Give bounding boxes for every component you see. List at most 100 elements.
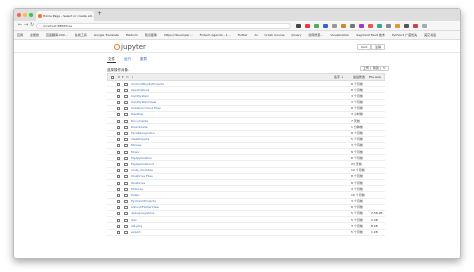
bookmark-item[interactable]: 如何修复… — [308, 33, 323, 37]
row-checkbox[interactable] — [117, 187, 120, 191]
tab-clusters[interactable]: 集群 — [139, 57, 148, 63]
file-name[interactable]: Downloads — [131, 125, 147, 129]
row-checkbox[interactable] — [117, 231, 120, 234]
bookmark-item[interactable]: Crash Course — [264, 33, 284, 37]
row-checkbox[interactable] — [117, 150, 120, 154]
row-checkbox[interactable] — [117, 200, 120, 204]
avatar[interactable] — [422, 24, 427, 28]
file-name[interactable]: FaceRecogniton — [131, 131, 155, 135]
forward-icon[interactable]: → — [24, 22, 28, 28]
extension-icon[interactable] — [377, 24, 382, 28]
file-name[interactable]: jdk-pkg — [131, 224, 142, 228]
bookmark-item[interactable]: jQuery — [291, 33, 301, 37]
bookmark-item[interactable]: 知识星球 — [145, 33, 157, 37]
extension-icon[interactable] — [323, 24, 328, 28]
modified-sort-button[interactable]: 最后修改 — [353, 75, 365, 79]
row-checkbox[interactable] — [117, 218, 120, 222]
bookmark-item[interactable]: Python3 广度优先 — [392, 33, 417, 37]
bookmark-item[interactable]: AI — [255, 33, 258, 37]
extension-icon[interactable] — [305, 24, 310, 28]
bookmark-item[interactable]: Medium — [126, 33, 138, 37]
extension-icon[interactable] — [296, 24, 301, 28]
file-name[interactable]: debug.keystore — [131, 211, 154, 215]
file-name[interactable]: Public — [131, 193, 140, 197]
file-name[interactable]: MyApplication — [131, 156, 152, 160]
file-name[interactable]: Pictures — [131, 187, 143, 191]
file-name[interactable]: export — [131, 230, 141, 234]
file-name[interactable]: node_modules — [131, 168, 153, 172]
extension-icon[interactable] — [350, 24, 355, 28]
extension-icon[interactable] — [359, 24, 364, 28]
row-checkbox[interactable] — [117, 169, 120, 173]
row-checkbox[interactable] — [117, 138, 120, 142]
list-item[interactable]: export 5 个月前 1 kB — [107, 230, 385, 236]
row-checkbox[interactable] — [117, 156, 120, 160]
bookmark-item[interactable]: 在线工具 — [75, 33, 87, 37]
row-checkbox[interactable] — [117, 175, 120, 179]
logout-button[interactable]: 注销 — [371, 44, 386, 50]
bookmark-item[interactable]: Flutter — [238, 33, 248, 37]
bookmark-item[interactable]: 全能搜 — [30, 33, 39, 37]
file-name[interactable]: CardSystem — [131, 94, 149, 98]
file-name[interactable]: Music — [131, 150, 140, 154]
breadcrumb[interactable]: / — [132, 75, 133, 79]
file-name[interactable]: AndroidStudioProjects — [131, 82, 164, 86]
row-checkbox[interactable] — [117, 181, 120, 185]
file-name[interactable]: CardSystemView — [131, 100, 156, 104]
size-sort-button[interactable]: File size — [369, 75, 381, 79]
jupyter-logo[interactable]: jupyter — [114, 43, 146, 51]
row-checkbox[interactable] — [117, 144, 120, 148]
reload-icon[interactable]: ↻ — [30, 22, 34, 28]
extension-icon[interactable] — [332, 24, 337, 28]
row-checkbox[interactable] — [117, 125, 120, 129]
bookmark-item[interactable]: Segment Fault 技术 — [356, 33, 385, 37]
refresh-icon[interactable]: ↻ — [380, 66, 389, 71]
back-icon[interactable]: ← — [18, 22, 22, 28]
bookmark-item[interactable]: Fintech Agenda - 1… — [200, 33, 231, 37]
file-name[interactable]: ipsc — [131, 218, 137, 222]
row-checkbox[interactable] — [117, 193, 120, 197]
bookmark-item[interactable]: Visualization — [330, 33, 349, 37]
file-name[interactable]: Documents — [131, 119, 148, 123]
chevron-down-icon[interactable]: ▾ — [122, 75, 124, 79]
address-bar[interactable]: localhost:8888/tree — [36, 23, 291, 29]
row-checkbox[interactable] — [117, 212, 120, 216]
row-checkbox[interactable] — [117, 162, 120, 166]
extension-icon[interactable] — [314, 24, 319, 28]
quit-button[interactable]: Quit — [357, 44, 372, 50]
file-name[interactable]: Applications — [131, 88, 149, 92]
extension-icon[interactable] — [404, 24, 409, 28]
row-checkbox[interactable] — [117, 94, 120, 98]
file-name[interactable]: PycharmProjects — [131, 199, 156, 203]
close-window-icon[interactable] — [17, 13, 21, 17]
extension-icon[interactable] — [386, 24, 391, 28]
zoom-window-icon[interactable] — [29, 13, 33, 17]
browser-tab[interactable]: Home Page - Select or create a … ✕ — [36, 11, 94, 21]
tab-close-icon[interactable]: ✕ — [89, 11, 92, 21]
row-checkbox[interactable] — [117, 101, 120, 105]
tab-files[interactable]: 文件 — [107, 57, 116, 63]
extension-icon[interactable] — [395, 24, 400, 28]
bookmark-item[interactable]: 其它书签 — [424, 33, 436, 37]
bookmark-item[interactable]: 应用 — [17, 33, 23, 37]
file-name[interactable]: Creative Cloud Files — [131, 106, 161, 110]
file-name[interactable]: IdeaProjects — [131, 137, 149, 141]
file-name[interactable]: OneDrive — [131, 181, 145, 185]
row-checkbox[interactable] — [117, 82, 120, 86]
bookmark-item[interactable]: https://developer… — [164, 33, 193, 37]
file-name[interactable]: sohuxhFlutterView — [131, 205, 159, 209]
file-name[interactable]: OneDrive Files — [131, 174, 153, 178]
row-checkbox[interactable] — [117, 132, 120, 135]
bookmark-item[interactable]: Google Translate — [94, 33, 119, 37]
minimize-window-icon[interactable] — [23, 13, 27, 17]
row-checkbox[interactable] — [117, 88, 120, 92]
select-all-checkbox[interactable] — [111, 75, 114, 79]
row-checkbox[interactable] — [117, 107, 120, 111]
bookmark-item[interactable]: 百度翻译-200… — [46, 33, 68, 37]
extension-icon[interactable] — [413, 24, 418, 28]
file-name[interactable]: Desktop — [131, 112, 143, 116]
tab-running[interactable]: 运行 — [123, 57, 132, 63]
file-name[interactable]: MyApplication2 — [131, 162, 154, 166]
extension-icon[interactable] — [368, 24, 373, 28]
row-checkbox[interactable] — [117, 224, 120, 228]
